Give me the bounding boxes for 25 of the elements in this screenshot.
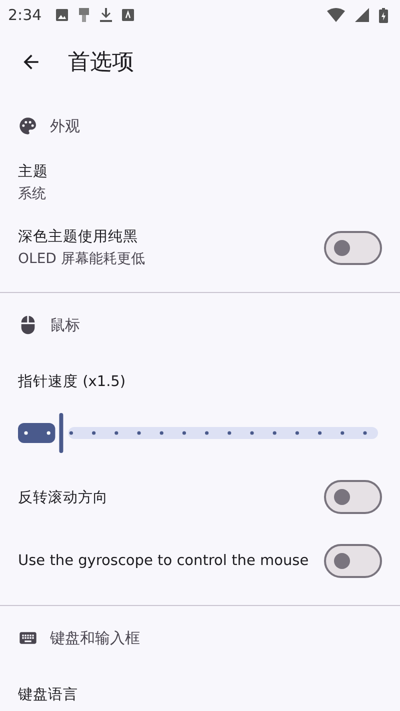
setting-title: 键盘语言 (18, 686, 79, 704)
image-icon (56, 9, 68, 21)
download-icon (100, 8, 112, 22)
app-icon (122, 9, 134, 21)
palette-icon (18, 116, 38, 136)
toggle-switch[interactable] (324, 480, 382, 514)
section-title: 键盘和输入框 (50, 628, 140, 648)
signal-icon (355, 8, 369, 22)
battery-icon (379, 8, 388, 22)
usb-icon (78, 8, 90, 22)
toggle-switch[interactable] (324, 230, 382, 264)
section-title: 外观 (50, 116, 80, 136)
setting-summary: OLED 屏幕能耗更低 (18, 250, 146, 268)
setting-title: 深色主题使用纯黑 (18, 228, 139, 246)
wifi-icon (327, 8, 345, 22)
page-title: 首选项 (68, 49, 134, 77)
setting-title: Use the gyroscope to control the mouse (18, 553, 310, 569)
pointer-speed-slider[interactable] (18, 413, 378, 453)
setting-title: 指针速度 (x1.5) (18, 372, 127, 390)
setting-summary: 系统 (18, 185, 47, 203)
toggle-switch[interactable] (324, 544, 382, 578)
setting-title: 主题 (18, 162, 49, 181)
section-title: 鼠标 (50, 316, 80, 334)
status-time: 2:34 (8, 6, 42, 24)
setting-title: 反转滚动方向 (18, 488, 109, 506)
